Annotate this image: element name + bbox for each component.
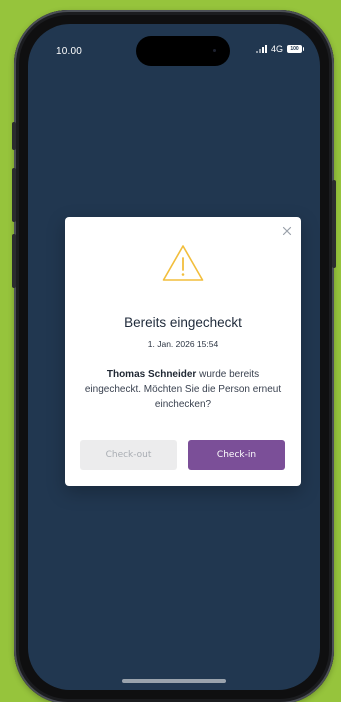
home-indicator[interactable] bbox=[122, 679, 226, 683]
check-in-button[interactable]: Check-in bbox=[188, 440, 285, 470]
network-label: 4G bbox=[270, 44, 283, 54]
check-in-timestamp: 1. Jan. 2026 15:54 bbox=[147, 339, 219, 349]
phone-frame: 10.00 4G 100 Bereits eingecheckt 1. Jan.… bbox=[12, 10, 336, 702]
person-name: Thomas Schneider bbox=[106, 369, 197, 380]
close-icon[interactable] bbox=[280, 224, 294, 238]
status-indicators: 4G 100 bbox=[255, 44, 304, 54]
power-button bbox=[332, 180, 336, 268]
camera-dot bbox=[213, 49, 216, 52]
dynamic-island bbox=[136, 36, 230, 66]
volume-up-button bbox=[12, 168, 16, 222]
mute-switch bbox=[12, 122, 16, 150]
warning-icon bbox=[162, 245, 204, 281]
signal-icon bbox=[255, 45, 267, 53]
status-time: 10.00 bbox=[56, 46, 83, 57]
dialog-title: Bereits eingecheckt bbox=[124, 315, 242, 330]
battery-icon: 100 bbox=[287, 45, 304, 53]
dialog-message: Thomas Schneider wurde bereits eingechec… bbox=[79, 367, 287, 412]
already-checked-in-dialog: Bereits eingecheckt 1. Jan. 2026 15:54 T… bbox=[65, 217, 301, 486]
check-out-button[interactable]: Check-out bbox=[80, 440, 177, 470]
volume-down-button bbox=[12, 234, 16, 288]
